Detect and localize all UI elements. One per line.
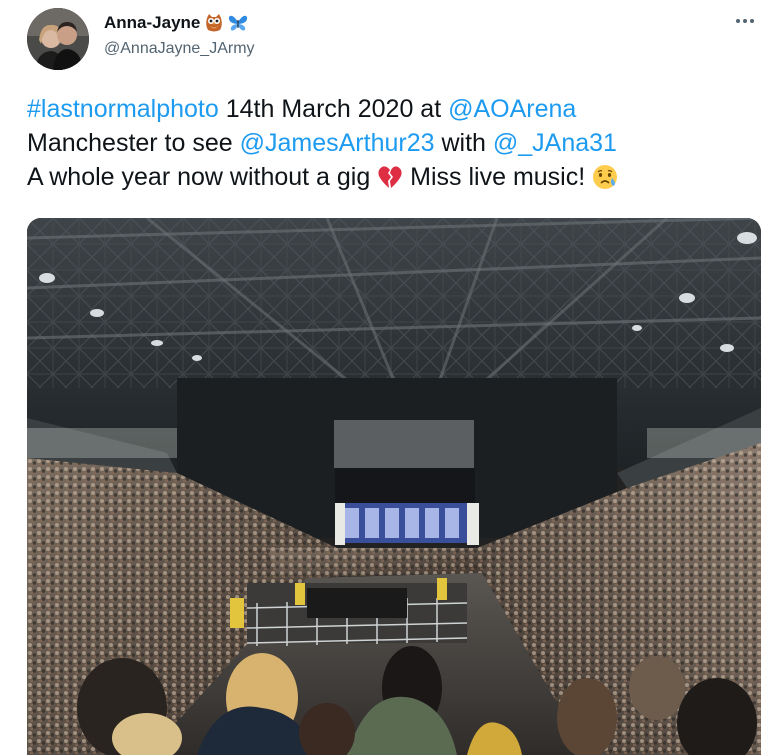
- tweet-text: #lastnormalphoto 14th March 2020 at @AOA…: [27, 92, 767, 194]
- author-handle[interactable]: @AnnaJayne_JArmy: [104, 40, 255, 58]
- author-block: Anna-Jayne @AnnaJayne_JArmy: [104, 12, 255, 58]
- author-name[interactable]: Anna-Jayne: [104, 13, 200, 33]
- tweet-card: Anna-Jayne @AnnaJayne_JArmy #lastnormalp…: [0, 0, 780, 755]
- mention-link-jamesarthur[interactable]: @JamesArthur23: [240, 129, 435, 157]
- tweet-line-2: Manchester to see @JamesArthur23 with @_…: [27, 126, 767, 160]
- tweet-line-1: #lastnormalphoto 14th March 2020 at @AOA…: [27, 92, 767, 126]
- tweet-line-3: A whole year now without a gig Miss live…: [27, 160, 767, 194]
- author-name-row: Anna-Jayne: [104, 12, 255, 34]
- mention-link-jana[interactable]: @_JAna31: [493, 129, 617, 157]
- hashtag-link[interactable]: #lastnormalphoto: [27, 95, 219, 123]
- butterfly-emoji: [228, 13, 248, 33]
- owl-emoji: [204, 13, 224, 33]
- broken-heart-emoji: [377, 164, 403, 190]
- more-options-icon[interactable]: [732, 10, 758, 32]
- tweet-text-segment: Manchester to see: [27, 129, 240, 157]
- tweet-text-segment: 14th March 2020 at: [218, 95, 449, 123]
- mention-link-aoarena[interactable]: @AOArena: [448, 95, 576, 123]
- tweet-photo-arena[interactable]: [27, 218, 761, 755]
- tweet-text-segment: with: [434, 129, 493, 157]
- crying-face-emoji: [592, 164, 618, 190]
- avatar[interactable]: [27, 8, 89, 70]
- tweet-text-segment: A whole year now without a gig: [27, 163, 378, 191]
- tweet-text-segment: Miss live music!: [403, 163, 593, 191]
